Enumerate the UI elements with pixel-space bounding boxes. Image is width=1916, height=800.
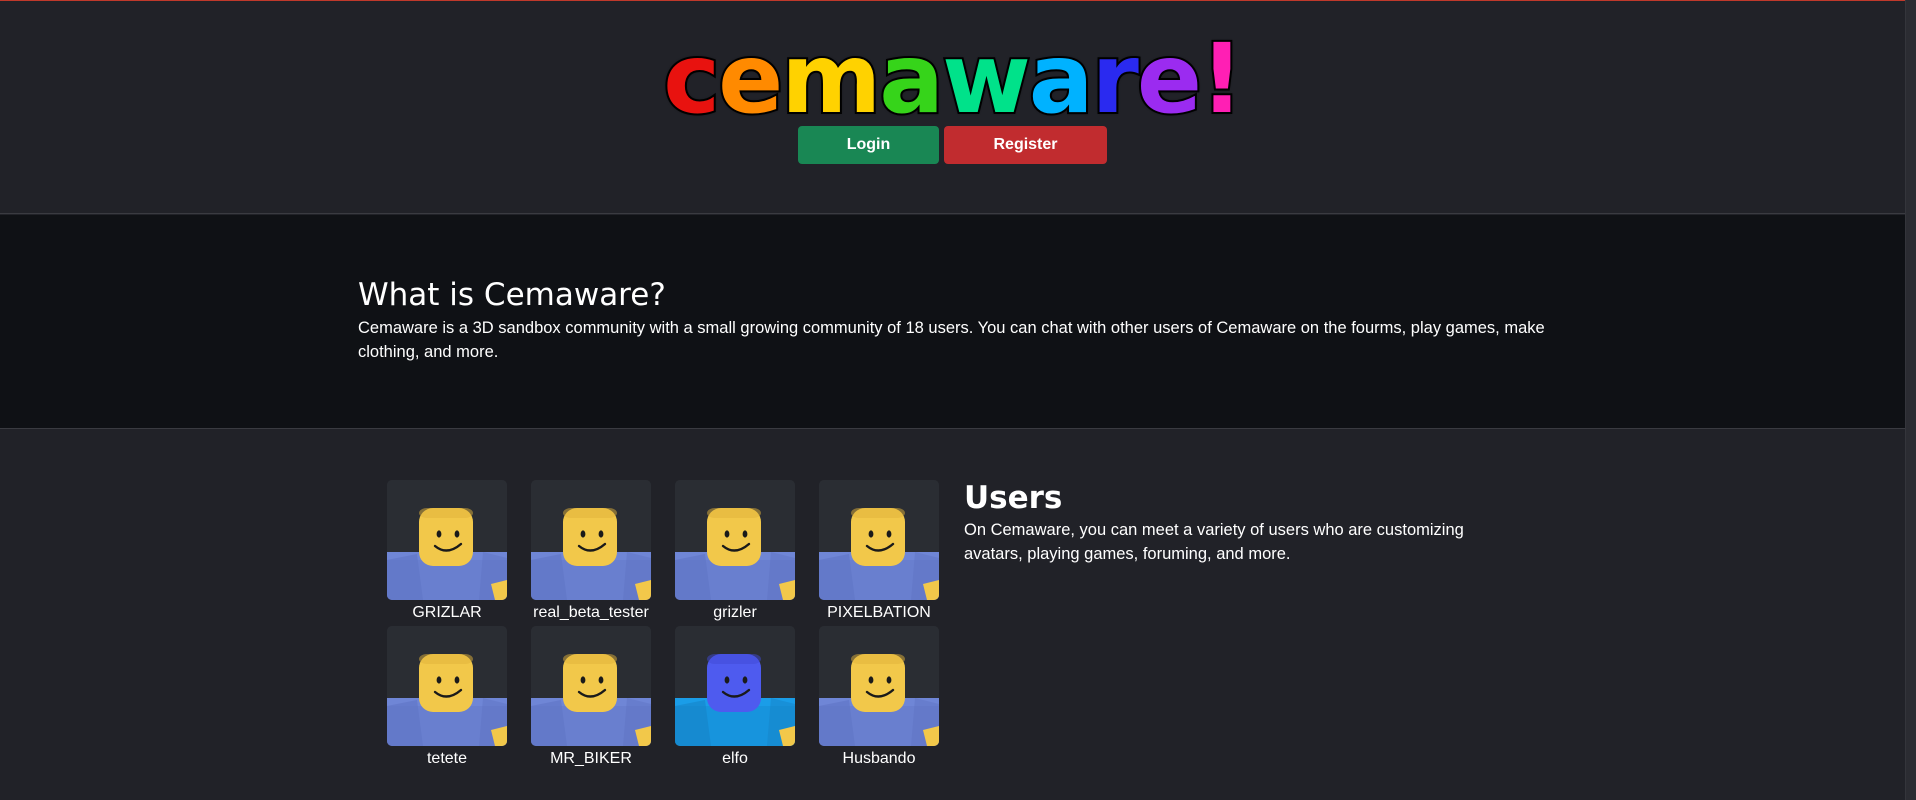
user-name[interactable]: MR_BIKER: [550, 748, 632, 770]
user-name[interactable]: real_beta_tester: [533, 602, 649, 624]
user-card[interactable]: real_beta_tester: [531, 480, 651, 624]
users-title: Users: [964, 480, 1063, 516]
site-logo[interactable]: c e m a w a r e!: [661, 23, 1246, 135]
default-avatar-icon[interactable]: [819, 626, 939, 746]
user-name[interactable]: GRIZLAR: [412, 602, 481, 624]
default-avatar-icon[interactable]: [675, 480, 795, 600]
login-button[interactable]: Login: [798, 126, 939, 164]
users-section: GRIZLAR real_beta_tester grizler PIXELBA…: [0, 430, 1905, 800]
logo-letter: w: [940, 23, 1033, 135]
logo-letter: e: [716, 23, 785, 135]
user-card[interactable]: elfo: [675, 626, 795, 770]
user-card[interactable]: PIXELBATION: [819, 480, 939, 624]
about-description: Cemaware is a 3D sandbox community with …: [358, 319, 1545, 361]
logo-letter: e: [1135, 23, 1204, 135]
users-description: On Cemaware, you can meet a variety of u…: [964, 521, 1464, 563]
user-card[interactable]: MR_BIKER: [531, 626, 651, 770]
user-name[interactable]: tetete: [427, 748, 467, 770]
about-section: What is Cemaware? Cemaware is a 3D sandb…: [0, 215, 1905, 429]
default-avatar-icon[interactable]: [387, 480, 507, 600]
logo-letter: r: [1090, 23, 1141, 135]
user-grid: GRIZLAR real_beta_tester grizler PIXELBA…: [387, 480, 939, 770]
logo-letter: a: [1027, 23, 1096, 135]
auth-buttons: Login Register: [798, 126, 1107, 164]
logo-letter: m: [779, 23, 883, 135]
user-card[interactable]: GRIZLAR: [387, 480, 507, 624]
user-name[interactable]: Husbando: [843, 748, 916, 770]
logo-letter: a: [877, 23, 946, 135]
default-avatar-icon[interactable]: [387, 626, 507, 746]
user-card[interactable]: tetete: [387, 626, 507, 770]
blue-avatar-icon[interactable]: [675, 626, 795, 746]
about-title: What is Cemaware?: [358, 277, 666, 313]
logo-letter: c: [661, 23, 722, 135]
user-name[interactable]: elfo: [722, 748, 748, 770]
page-scrollbar[interactable]: [1905, 0, 1916, 800]
user-card[interactable]: grizler: [675, 480, 795, 624]
user-name[interactable]: PIXELBATION: [827, 602, 931, 624]
default-avatar-icon[interactable]: [531, 480, 651, 600]
user-card[interactable]: Husbando: [819, 626, 939, 770]
default-avatar-icon[interactable]: [531, 626, 651, 746]
logo-letter: !: [1198, 23, 1246, 135]
default-avatar-icon[interactable]: [819, 480, 939, 600]
user-name[interactable]: grizler: [713, 602, 757, 624]
register-button[interactable]: Register: [944, 126, 1107, 164]
site-header: c e m a w a r e! Login Register: [0, 1, 1905, 214]
